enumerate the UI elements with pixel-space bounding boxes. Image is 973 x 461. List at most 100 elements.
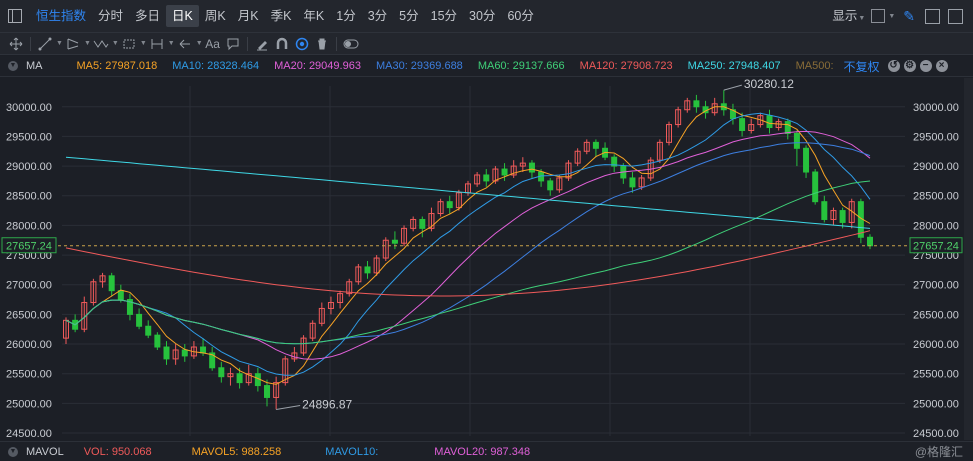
mavol-label: MAVOL xyxy=(26,445,64,458)
candle-body xyxy=(446,201,453,209)
period-tab-5min[interactable]: 5分 xyxy=(393,5,424,27)
y-tick-label-right: 28500.00 xyxy=(913,191,959,203)
candlestick-chart[interactable]: 30000.00 30000.00 29500.00 29500.00 29000.00… xyxy=(0,78,973,440)
ma-legend-bar: ▼ MA MA5: 27987.018 MA10: 28328.464 MA20… xyxy=(0,56,973,77)
y-tick-label-left: 28000.00 xyxy=(6,220,52,232)
chevron-down-icon[interactable]: ▼ xyxy=(888,13,895,20)
candle-body xyxy=(136,313,143,327)
y-tick-label-left: 28500.00 xyxy=(6,191,52,203)
fullscreen-icon[interactable] xyxy=(925,8,940,24)
chevron-down-icon[interactable]: ▼ xyxy=(112,40,119,47)
period-tab-year-k[interactable]: 年K xyxy=(297,5,330,27)
measure-tool-icon[interactable] xyxy=(147,35,167,53)
eraser-icon[interactable] xyxy=(252,35,272,53)
y-tick-label-left: 30000.00 xyxy=(6,102,52,114)
line-tool-icon[interactable] xyxy=(35,35,55,53)
undo-icon[interactable]: ↺ xyxy=(887,60,900,72)
display-menu[interactable]: 显示▼ xyxy=(826,5,871,27)
candle-body xyxy=(108,275,115,292)
period-tab-day-k[interactable]: 日K xyxy=(166,5,199,27)
magnet-icon[interactable] xyxy=(272,35,292,53)
mavol20-value: MAVOL20: 987.348 xyxy=(434,445,531,458)
current-price-label-right: 27657.24 xyxy=(913,241,959,253)
ma60-line xyxy=(65,180,871,345)
panel-toggle-icon[interactable] xyxy=(8,9,22,23)
comment-tool-icon[interactable] xyxy=(223,35,243,53)
chevron-down-icon[interactable]: ▼ xyxy=(140,40,147,47)
y-tick-label-left: 24500.00 xyxy=(6,428,52,440)
candle-body xyxy=(784,121,791,134)
collapse-icon[interactable]: ▼ xyxy=(8,61,18,71)
candle-body xyxy=(218,367,225,378)
candle-body xyxy=(766,115,773,129)
low-price-label: 24896.87 xyxy=(302,397,352,411)
trash-icon[interactable] xyxy=(312,35,332,53)
candle-body xyxy=(181,349,188,357)
settings-icon[interactable]: ⚙ xyxy=(903,60,916,72)
ma30-value: MA30: 29369.688 xyxy=(375,60,463,72)
popout-icon[interactable] xyxy=(948,8,963,24)
y-tick-label-left: 27000.00 xyxy=(6,280,52,292)
arrow-tool-icon[interactable] xyxy=(175,35,195,53)
ma10-value: MA10: 28328.464 xyxy=(172,60,260,72)
candle-body xyxy=(867,236,873,247)
watermark: @格隆汇 xyxy=(914,445,963,459)
candle-body xyxy=(117,290,124,301)
chevron-down-icon[interactable]: ▼ xyxy=(84,40,91,47)
period-tab-month-k[interactable]: 月K xyxy=(232,5,265,27)
y-tick-label-left: 29000.00 xyxy=(6,161,52,173)
y-tick-label-right: 26000.00 xyxy=(913,339,959,351)
restore-rights-toggle[interactable]: 不复权 xyxy=(844,58,880,75)
period-tab-1min[interactable]: 1分 xyxy=(330,5,361,27)
ma120-value: MA120: 27908.723 xyxy=(579,60,673,72)
ma10-line xyxy=(65,112,871,376)
period-tab-multiday[interactable]: 多日 xyxy=(129,5,166,27)
ma250-line xyxy=(65,156,871,229)
period-tab-15min[interactable]: 15分 xyxy=(425,5,463,27)
candle-body xyxy=(501,168,508,176)
wave-tool-icon[interactable] xyxy=(91,35,111,53)
display-toggle-box[interactable] xyxy=(871,9,886,23)
y-tick-label-right: 29500.00 xyxy=(913,131,959,143)
close-icon[interactable]: × xyxy=(935,60,948,72)
chevron-down-icon[interactable]: ▼ xyxy=(56,40,63,47)
period-tab-3min[interactable]: 3分 xyxy=(362,5,393,27)
pen-icon[interactable]: ✎ xyxy=(903,8,915,25)
y-tick-label-left: 25000.00 xyxy=(6,398,52,410)
candle-body xyxy=(364,266,371,274)
period-tab-week-k[interactable]: 周K xyxy=(199,5,232,27)
text-tool-icon[interactable]: Aa xyxy=(203,35,223,53)
high-marker-line xyxy=(723,84,742,91)
period-tab-quarter-k[interactable]: 季K xyxy=(265,5,298,27)
candle-body xyxy=(483,174,490,182)
period-tab-60min[interactable]: 60分 xyxy=(501,5,539,27)
candle-body xyxy=(236,373,243,384)
y-tick-label-right: 28000.00 xyxy=(913,220,959,232)
crosshair-move-icon[interactable] xyxy=(6,35,26,53)
ma30-line xyxy=(65,142,871,345)
collapse-icon[interactable]: ▼ xyxy=(8,446,18,457)
visibility-eye-icon[interactable] xyxy=(292,35,312,53)
display-label: 显示 xyxy=(832,9,858,23)
minimize-icon[interactable]: − xyxy=(919,60,932,72)
ma120-line xyxy=(65,230,871,297)
chevron-down-icon[interactable]: ▼ xyxy=(196,40,203,47)
low-marker-line xyxy=(276,404,301,410)
candle-body xyxy=(629,177,636,188)
period-tab-timeshare[interactable]: 分时 xyxy=(92,5,129,27)
candle-body xyxy=(839,210,846,223)
ray-tool-icon[interactable] xyxy=(63,35,83,53)
y-tick-label-right: 27000.00 xyxy=(913,280,959,292)
ma20-value: MA20: 29049.963 xyxy=(274,60,361,72)
y-tick-label-left: 29500.00 xyxy=(6,131,52,143)
candle-body xyxy=(200,346,207,354)
period-tab-30min[interactable]: 30分 xyxy=(463,5,501,27)
chevron-down-icon[interactable]: ▼ xyxy=(168,40,175,47)
ma250-value: MA250: 27948.407 xyxy=(687,60,781,72)
mavol5-value: MAVOL5: 988.258 xyxy=(191,445,282,458)
top-toolbar: 恒生指数 分时 多日 日K 周K 月K 季K 年K 1分 3分 5分 15分 3… xyxy=(0,0,973,33)
toggle-switch-icon[interactable] xyxy=(341,35,361,53)
toolbar-divider xyxy=(246,36,248,51)
box-tool-icon[interactable] xyxy=(119,35,139,53)
index-name-tab[interactable]: 恒生指数 xyxy=(30,5,92,27)
